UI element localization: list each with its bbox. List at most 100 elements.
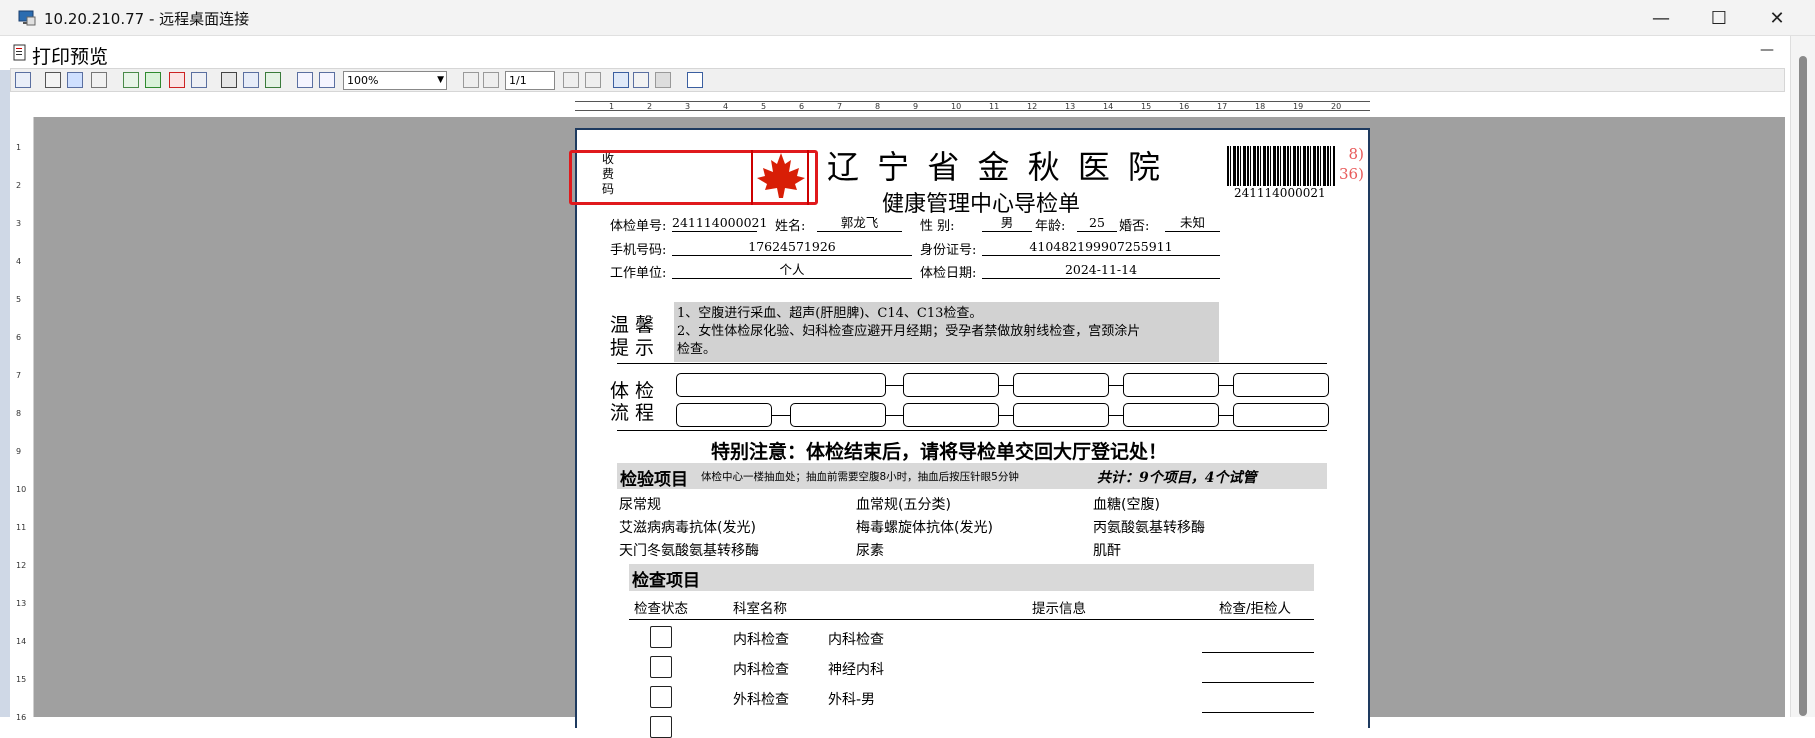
ruler-tick-label: 19 bbox=[1293, 102, 1304, 111]
checker-signature-line bbox=[1202, 682, 1314, 683]
minimize-button[interactable]: — bbox=[1632, 0, 1690, 36]
ruler-tick-label: 10 bbox=[16, 485, 27, 494]
lab-item: 艾滋病病毒抗体(发光) bbox=[619, 520, 756, 536]
maximize-button[interactable]: ☐ bbox=[1690, 0, 1748, 36]
ruler-tick-label: 13 bbox=[1065, 102, 1076, 111]
preview-toolbar: 100% ▼ 1/1 bbox=[10, 68, 1785, 92]
phone-label: 手机号码: bbox=[610, 243, 667, 258]
thumbnail-view-icon[interactable] bbox=[15, 72, 31, 88]
flow-box bbox=[676, 373, 886, 397]
column-header-info: 提示信息 bbox=[1032, 601, 1086, 617]
ruler-tick-label: 17 bbox=[1217, 102, 1228, 111]
ruler-tick-label: 2 bbox=[647, 102, 653, 111]
form-title: 健康管理中心导检单 bbox=[882, 192, 1081, 217]
export-icon[interactable] bbox=[123, 72, 139, 88]
column-header-checker: 检查/拒检人 bbox=[1219, 601, 1292, 617]
ruler-tick-label: 5 bbox=[761, 102, 767, 111]
page-input[interactable]: 1/1 bbox=[505, 71, 555, 90]
lab-section-note: 体检中心一楼抽血处；抽血前需要空腹8小时，抽血后按压针眼5分钟 bbox=[701, 471, 1019, 483]
copy-icon[interactable] bbox=[655, 72, 671, 88]
ruler-tick-label: 4 bbox=[16, 257, 22, 266]
name-label: 姓名: bbox=[775, 219, 806, 234]
ruler-tick-label: 16 bbox=[16, 713, 27, 722]
flow-connector bbox=[1109, 385, 1123, 386]
ruler-tick-label: 9 bbox=[913, 102, 919, 111]
flow-connector bbox=[1219, 385, 1233, 386]
lab-item: 尿素 bbox=[856, 543, 884, 559]
ruler-tick-label: 12 bbox=[16, 561, 27, 570]
id-label: 身份证号: bbox=[920, 243, 977, 258]
check-status-box[interactable] bbox=[650, 656, 672, 678]
fee-code-label: 收 费 码 bbox=[602, 152, 615, 196]
zoom-out-icon[interactable] bbox=[319, 72, 335, 88]
app-title: 打印预览 bbox=[32, 46, 109, 68]
gender-label: 性 别: bbox=[920, 219, 955, 234]
lab-item: 肌酐 bbox=[1093, 543, 1121, 559]
ruler-tick-label: 14 bbox=[16, 637, 27, 646]
scrollbar-thumb[interactable] bbox=[1799, 56, 1807, 716]
flow-connector bbox=[886, 385, 903, 386]
last-page-icon[interactable] bbox=[585, 72, 601, 88]
book-icon[interactable] bbox=[67, 72, 83, 88]
id-value: 410482199907255911 bbox=[982, 238, 1220, 256]
prev-page-icon[interactable] bbox=[483, 72, 499, 88]
check-status-box[interactable] bbox=[650, 716, 672, 738]
check-status-box[interactable] bbox=[650, 686, 672, 708]
ruler-tick-label: 3 bbox=[685, 102, 691, 111]
page-setup-icon[interactable] bbox=[221, 72, 237, 88]
ruler-tick-label: 2 bbox=[16, 181, 22, 190]
vertical-ruler: 1 2 3 4 5 6 7 8 9 10 11 12 13 14 15 16 bbox=[10, 117, 34, 722]
ruler-tick-label: 8 bbox=[16, 409, 22, 418]
maple-leaf-logo bbox=[751, 150, 809, 205]
hand-tool-icon[interactable] bbox=[613, 72, 629, 88]
tip-line: 1、空腹进行采血、超声(肝胆脾)、C14、C13检查。 bbox=[677, 306, 983, 321]
phone-value: 17624571926 bbox=[672, 238, 912, 256]
vertical-scrollbar[interactable] bbox=[1790, 36, 1815, 717]
hospital-name: 辽 宁 省 金 秋 医 院 bbox=[827, 148, 1165, 186]
check-item: 神经内科 bbox=[828, 662, 884, 678]
marital-label: 婚否: bbox=[1119, 219, 1150, 234]
tools-icon[interactable] bbox=[91, 72, 107, 88]
first-page-icon[interactable] bbox=[463, 72, 479, 88]
text-select-icon[interactable] bbox=[633, 72, 649, 88]
ruler-tick-label: 12 bbox=[1027, 102, 1038, 111]
multi-page-icon[interactable] bbox=[265, 72, 281, 88]
zoom-select[interactable]: 100% ▼ bbox=[343, 71, 447, 90]
flow-connector bbox=[886, 415, 903, 416]
next-page-icon[interactable] bbox=[563, 72, 579, 88]
ruler-track: 1 2 3 4 5 6 7 8 9 10 11 12 13 14 15 16 17 18 19 20 bbox=[575, 101, 1370, 111]
exam-date-label: 体检日期: bbox=[920, 266, 977, 281]
age-value: 25 bbox=[1077, 214, 1117, 232]
print-icon[interactable] bbox=[45, 72, 61, 88]
zoom-in-icon[interactable] bbox=[297, 72, 313, 88]
work-label: 工作单位: bbox=[610, 266, 667, 281]
flow-bottom-rule bbox=[617, 430, 1327, 431]
check-header-rule bbox=[629, 619, 1314, 620]
remote-desktop-titlebar: 10.20.210.77 - 远程桌面连接 — ☐ ✕ bbox=[0, 0, 1815, 36]
close-button[interactable]: ✕ bbox=[1748, 0, 1806, 36]
pdf-icon[interactable] bbox=[169, 72, 185, 88]
flow-connector bbox=[999, 385, 1013, 386]
maple-leaf-icon bbox=[757, 153, 805, 198]
lab-item: 天门冬氨酸氨基转移酶 bbox=[619, 543, 759, 559]
marital-value: 未知 bbox=[1165, 214, 1220, 232]
ruler-tick-label: 4 bbox=[723, 102, 729, 111]
email-icon[interactable] bbox=[191, 72, 207, 88]
remote-desktop-icon bbox=[18, 10, 36, 26]
check-dept: 内科检查 bbox=[733, 662, 789, 678]
check-status-box[interactable] bbox=[650, 626, 672, 648]
checker-signature-line bbox=[1202, 652, 1314, 653]
ruler-tick-label: 1 bbox=[609, 102, 615, 111]
ruler-tick-label: 6 bbox=[799, 102, 805, 111]
ruler-tick-label: 7 bbox=[837, 102, 843, 111]
excel-icon[interactable] bbox=[145, 72, 161, 88]
minimize-icon: — bbox=[1652, 7, 1670, 29]
check-section-header: 检查项目 bbox=[629, 564, 1314, 591]
column-header-status: 检查状态 bbox=[634, 601, 688, 617]
flow-connector bbox=[1219, 415, 1233, 416]
flow-connector bbox=[999, 415, 1013, 416]
app-minimize-button[interactable]: — bbox=[1760, 42, 1774, 58]
close-preview-icon[interactable] bbox=[687, 72, 703, 88]
single-page-icon[interactable] bbox=[243, 72, 259, 88]
flow-box bbox=[676, 403, 772, 427]
